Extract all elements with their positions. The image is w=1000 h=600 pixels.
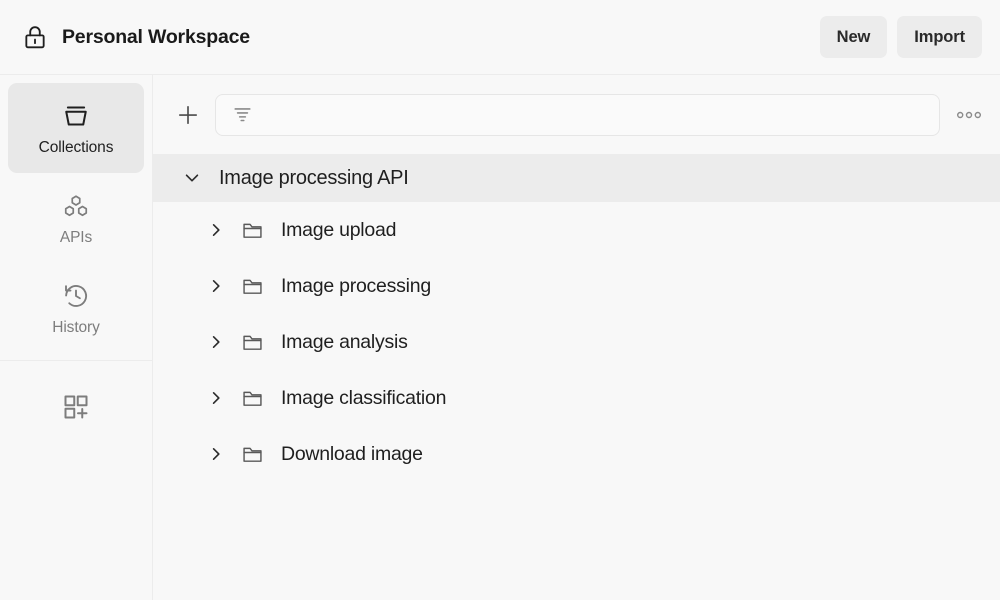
workspace-identity: Personal Workspace [22, 24, 820, 50]
plus-icon [175, 102, 201, 128]
sidebar-item-apis[interactable]: APIs [8, 173, 144, 263]
new-button[interactable]: New [819, 16, 888, 58]
folder-icon [241, 443, 264, 466]
lock-icon [22, 24, 48, 50]
sidebar-item-collections[interactable]: Collections [8, 83, 144, 173]
app-window: Personal Workspace New Import Collection… [0, 0, 1000, 600]
folder-row[interactable]: Image classification [153, 370, 1000, 426]
folder-name: Image analysis [281, 330, 408, 353]
search-filter-box[interactable] [215, 93, 940, 136]
filter-icon [233, 105, 252, 124]
folder-name: Download image [281, 442, 423, 465]
chevron-right-icon[interactable] [208, 278, 224, 294]
header-actions: New Import [819, 16, 982, 58]
app-body: Collections APIs History Image processin… [0, 75, 1000, 600]
ellipsis-icon [956, 111, 982, 119]
collections-icon [61, 101, 91, 131]
folder-name: Image processing [281, 274, 431, 297]
folder-row[interactable]: Download image [153, 426, 1000, 482]
sidebar-item-history[interactable]: History [8, 263, 144, 353]
folder-icon [241, 387, 264, 410]
apis-icon [61, 191, 91, 221]
add-collection-button[interactable] [175, 102, 201, 128]
folder-name: Image upload [281, 218, 397, 241]
chevron-right-icon[interactable] [208, 446, 224, 462]
folder-icon [241, 331, 264, 354]
folder-icon [241, 275, 264, 298]
add-module-icon [61, 392, 91, 422]
chevron-right-icon[interactable] [208, 222, 224, 238]
folder-name: Image classification [281, 386, 447, 409]
collections-tree: Image processing API Image upload Image … [153, 154, 1000, 600]
app-header: Personal Workspace New Import [0, 0, 1000, 75]
chevron-right-icon[interactable] [208, 390, 224, 406]
folder-row[interactable]: Image upload [153, 202, 1000, 258]
collections-toolbar [153, 75, 1000, 154]
add-module-button[interactable] [0, 361, 152, 453]
more-options-button[interactable] [954, 100, 984, 130]
folder-row[interactable]: Image processing [153, 258, 1000, 314]
search-input[interactable] [264, 94, 927, 135]
page-title: Personal Workspace [62, 25, 250, 48]
collection-name: Image processing API [219, 166, 409, 189]
history-icon [61, 281, 91, 311]
main-panel: Image processing API Image upload Image … [153, 75, 1000, 600]
import-button[interactable]: Import [897, 16, 982, 58]
sidebar-item-label: Collections [38, 138, 114, 156]
collection-row[interactable]: Image processing API [153, 154, 1000, 202]
sidebar: Collections APIs History [0, 75, 153, 600]
folder-row[interactable]: Image analysis [153, 314, 1000, 370]
sidebar-item-label: APIs [59, 228, 93, 246]
chevron-right-icon[interactable] [208, 334, 224, 350]
sidebar-item-label: History [52, 318, 100, 336]
folder-icon [241, 219, 264, 242]
chevron-down-icon[interactable] [183, 169, 201, 187]
